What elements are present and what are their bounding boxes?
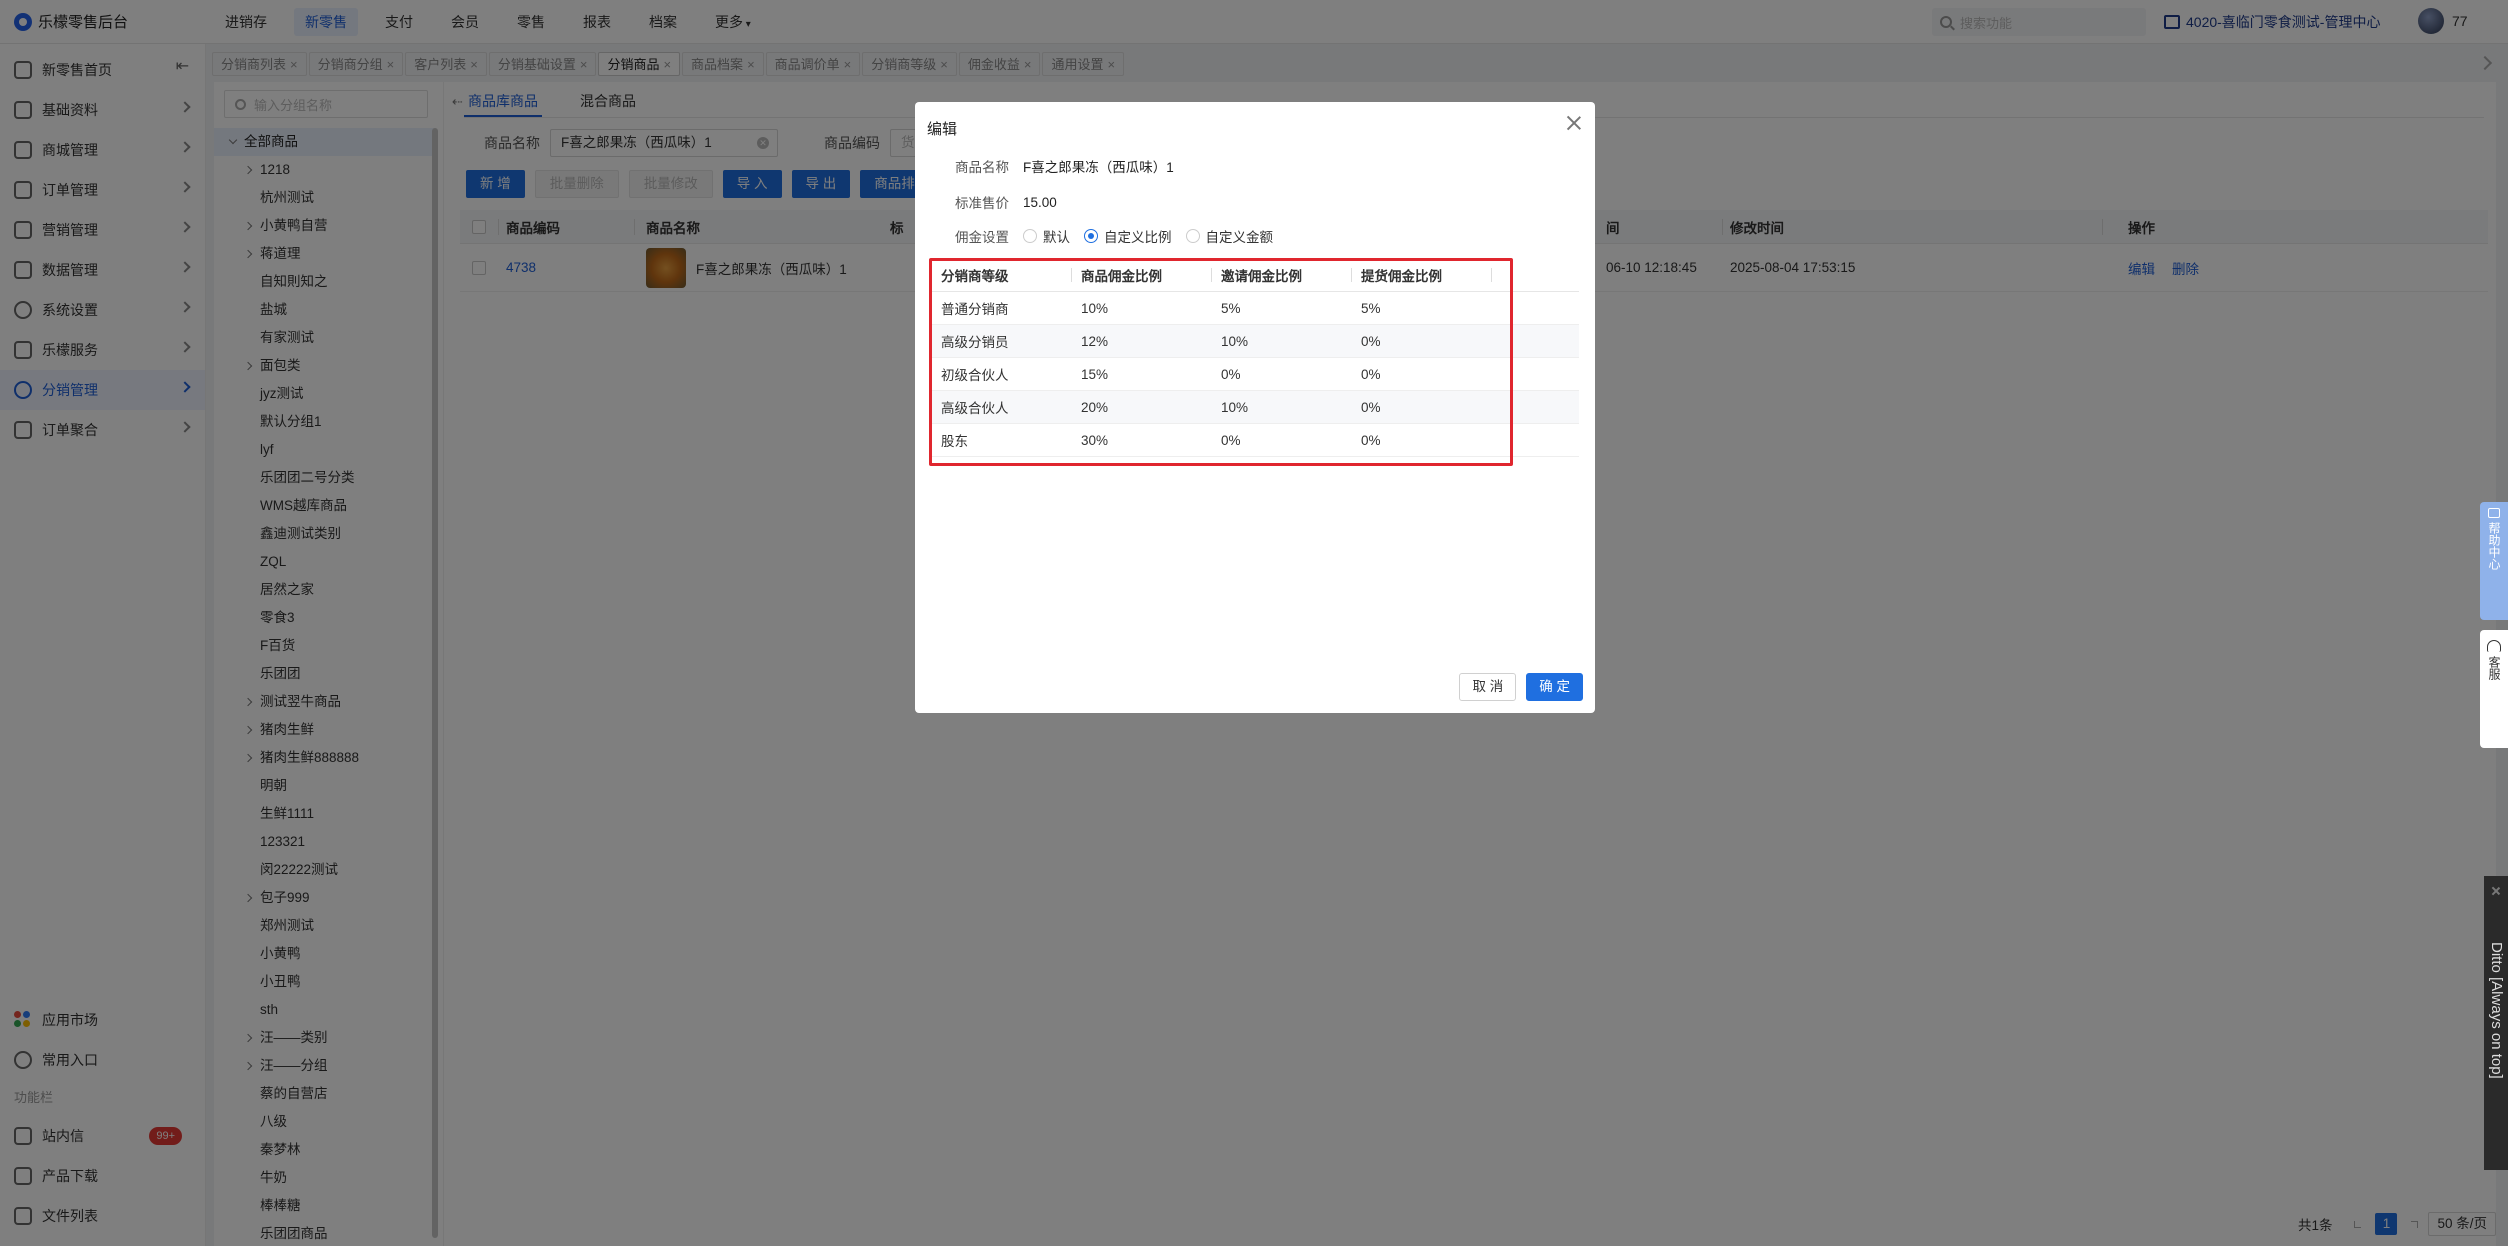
confirm-button[interactable]: 确 定 <box>1526 673 1583 701</box>
help-center-button[interactable]: 帮助中心 <box>2480 502 2508 620</box>
commission-radio-group: 默认 自定义比例 自定义金额 <box>1023 226 1287 246</box>
price-value: 15.00 <box>1023 194 1057 210</box>
commission-row: 佣金设置 默认 自定义比例 自定义金额 <box>955 226 1287 246</box>
radio-icon <box>1084 229 1098 243</box>
commission-label: 佣金设置 <box>955 230 1009 245</box>
chat-icon <box>2488 508 2500 518</box>
radio-icon <box>1023 229 1037 243</box>
headset-icon <box>2487 640 2501 652</box>
radio-label: 自定义金额 <box>1205 230 1274 245</box>
cancel-button[interactable]: 取 消 <box>1459 673 1517 701</box>
commission-radio[interactable]: 自定义比例 <box>1084 226 1172 246</box>
name-row: 商品名称 F喜之郎果冻（西瓜味）1 <box>955 156 1174 176</box>
edit-dialog: 编辑 商品名称 F喜之郎果冻（西瓜味）1 标准售价 15.00 佣金设置 默认 自… <box>915 102 1595 713</box>
close-icon[interactable] <box>1565 114 1583 132</box>
dialog-title: 编辑 <box>927 121 958 138</box>
price-label: 标准售价 <box>955 196 1009 211</box>
close-icon[interactable] <box>2491 886 2501 896</box>
radio-icon <box>1185 229 1200 243</box>
price-row: 标准售价 15.00 <box>955 192 1057 212</box>
highlight-annotation <box>929 258 1513 466</box>
commission-radio[interactable]: 默认 <box>1023 226 1070 246</box>
customer-service-button[interactable]: 客服 <box>2480 630 2508 748</box>
radio-label: 自定义比例 <box>1104 230 1172 245</box>
radio-label: 默认 <box>1043 230 1070 245</box>
name-value: F喜之郎果冻（西瓜味）1 <box>1023 160 1174 175</box>
ditto-window[interactable]: Ditto [Always on top] <box>2484 876 2508 1170</box>
dialog-footer: 取 消 确 定 <box>1449 673 1583 701</box>
name-label: 商品名称 <box>955 160 1009 175</box>
customer-service-label: 客服 <box>2487 656 2501 680</box>
ditto-label: Ditto [Always on top] <box>2488 942 2505 1079</box>
commission-radio[interactable]: 自定义金额 <box>1185 226 1274 246</box>
help-center-label: 帮助中心 <box>2487 522 2501 570</box>
